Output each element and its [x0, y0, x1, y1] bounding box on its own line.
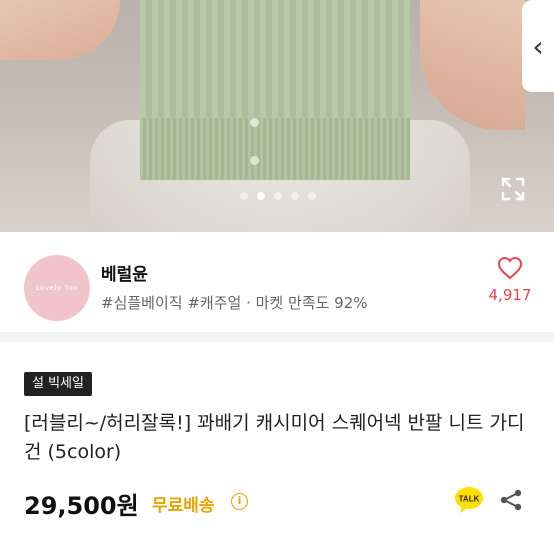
image-arm-right — [420, 0, 525, 130]
shipping-label: 무료배송 — [152, 496, 215, 516]
carousel-dot[interactable] — [274, 192, 282, 200]
share-button[interactable] — [499, 488, 523, 512]
sale-badge: 설 빅세일 — [24, 372, 92, 396]
carousel-dot[interactable] — [291, 192, 299, 200]
image-arm-left — [0, 0, 120, 60]
expand-icon — [501, 177, 525, 201]
talk-icon: TALK — [455, 487, 483, 513]
carousel-dot-active[interactable] — [257, 192, 265, 200]
seller-tags: #심플베이직 #캐주얼 · 마켓 만족도 92% — [101, 294, 368, 312]
like-count: 4,917 — [488, 286, 532, 304]
talk-button[interactable]: TALK — [454, 486, 484, 514]
image-vest — [140, 0, 410, 180]
back-button[interactable]: ‹ — [522, 0, 554, 92]
share-icon — [500, 489, 522, 511]
carousel-dot[interactable] — [240, 192, 248, 200]
chevron-left-icon: ‹ — [532, 29, 544, 63]
heart-icon — [497, 256, 523, 280]
avatar-logo-text: Lovely Yun — [35, 284, 79, 292]
product-price: 29,500원 — [24, 492, 139, 520]
seller-name[interactable]: 베럴윤 — [101, 260, 148, 285]
info-icon[interactable]: i — [231, 493, 248, 510]
product-title: [러블리~/허리잘록!] 꽈배기 캐시미어 스퀘어넥 반팔 니트 가디건 (5c… — [24, 412, 525, 463]
product-image[interactable]: ‹ — [0, 0, 554, 232]
talk-label: TALK — [459, 495, 480, 504]
like-button[interactable]: 4,917 — [482, 256, 538, 304]
expand-button[interactable] — [500, 176, 526, 202]
price-row: 29,500원 무료배송 i TALK — [24, 486, 534, 520]
image-button — [250, 118, 259, 127]
carousel-dot[interactable] — [308, 192, 316, 200]
seller-avatar[interactable]: Lovely Yun — [24, 255, 90, 321]
seller-section: Lovely Yun 베럴윤 #심플베이직 #캐주얼 · 마켓 만족도 92% … — [0, 232, 554, 342]
carousel-indicator — [240, 192, 316, 200]
image-button — [250, 156, 259, 165]
